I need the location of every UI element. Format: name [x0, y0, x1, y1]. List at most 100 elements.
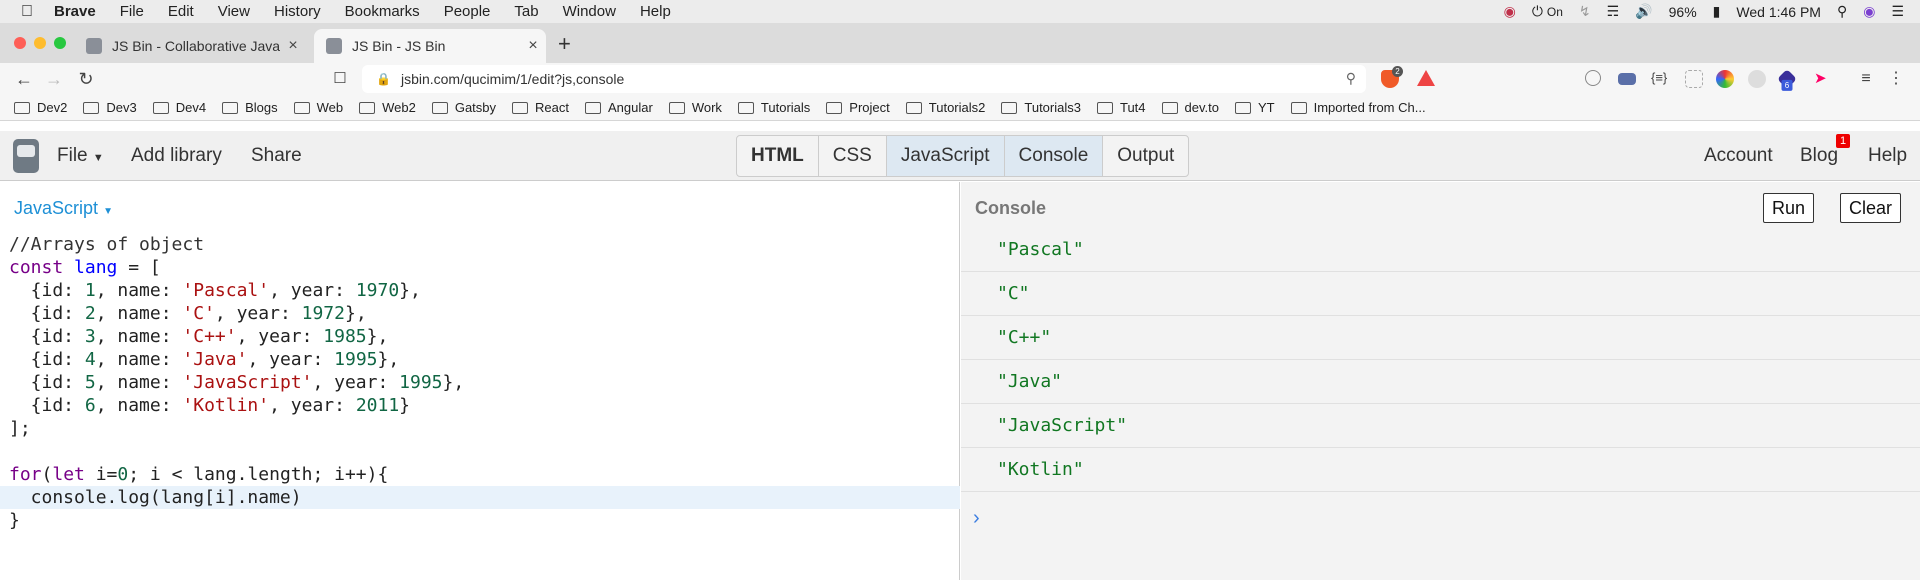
- close-window-button[interactable]: [14, 37, 26, 49]
- clock[interactable]: Wed 1:46 PM: [1736, 4, 1821, 20]
- more-menu-icon[interactable]: ⋮: [1884, 67, 1908, 91]
- bookmark-folder[interactable]: Web2: [359, 100, 416, 115]
- new-tab-icon[interactable]: +: [558, 31, 571, 57]
- brave-shields-icon[interactable]: 2: [1381, 66, 1403, 88]
- menu-people[interactable]: People: [444, 3, 491, 20]
- battery-icon[interactable]: ▮: [1713, 3, 1721, 20]
- bookmark-folder[interactable]: Blogs: [222, 100, 278, 115]
- spotlight-search-icon[interactable]: ⚲: [1837, 3, 1847, 20]
- bookmark-folder[interactable]: Tutorials3: [1001, 100, 1081, 115]
- extension-icon[interactable]: {≡}: [1651, 70, 1669, 88]
- jsbin-logo-icon[interactable]: [13, 139, 39, 173]
- menu-tab[interactable]: Tab: [514, 3, 538, 20]
- bookmark-folder[interactable]: Imported from Ch...: [1290, 100, 1426, 115]
- extension-icon[interactable]: ➤: [1814, 70, 1832, 88]
- reading-list-icon[interactable]: ≡: [1854, 67, 1878, 91]
- editor-language-selector[interactable]: JavaScript ▼: [14, 198, 113, 219]
- clear-button[interactable]: Clear: [1840, 193, 1902, 223]
- folder-icon: [905, 101, 922, 114]
- minimize-window-button[interactable]: [34, 37, 46, 49]
- vpn-icon[interactable]: ⏻ On: [1532, 3, 1563, 20]
- menu-app-name[interactable]: Brave: [54, 3, 96, 20]
- extension-icon[interactable]: [1685, 70, 1703, 88]
- add-library-button[interactable]: Add library: [131, 145, 222, 167]
- tab-console[interactable]: Console: [1004, 136, 1104, 176]
- bookmark-page-icon[interactable]: ☐: [328, 67, 352, 91]
- menu-history[interactable]: History: [274, 3, 321, 20]
- extension-icon[interactable]: [1748, 70, 1766, 88]
- code-line[interactable]: for(let i=0; i < lang.length; i++){: [0, 463, 960, 486]
- bookmark-folder[interactable]: Work: [668, 100, 722, 115]
- bookmark-folder[interactable]: Tut4: [1096, 100, 1146, 115]
- browser-tab-active[interactable]: JS Bin - JS Bin ×: [314, 29, 546, 63]
- bookmark-folder[interactable]: dev.to: [1161, 100, 1219, 115]
- menu-edit[interactable]: Edit: [168, 3, 194, 20]
- code-line[interactable]: [0, 440, 960, 463]
- bookmark-folder[interactable]: Tutorials2: [905, 100, 985, 115]
- address-bar[interactable]: 🔒 jsbin.com/qucimim/1/edit?js,console ⚲: [362, 65, 1366, 93]
- menu-bookmarks[interactable]: Bookmarks: [345, 3, 420, 20]
- bookmark-folder[interactable]: Tutorials: [737, 100, 810, 115]
- bookmark-folder[interactable]: Angular: [585, 100, 653, 115]
- code-line[interactable]: console.log(lang[i].name): [0, 486, 960, 509]
- extension-icon[interactable]: [1716, 70, 1734, 88]
- menu-view[interactable]: View: [218, 3, 250, 20]
- tab-output[interactable]: Output: [1103, 136, 1188, 176]
- code-line[interactable]: //Arrays of object: [0, 233, 960, 256]
- zoom-icon[interactable]: ⚲: [1346, 70, 1356, 87]
- tab-close-icon[interactable]: ×: [280, 37, 306, 55]
- code-line[interactable]: {id: 5, name: 'JavaScript', year: 1995},: [0, 371, 960, 394]
- forward-icon[interactable]: →: [42, 67, 66, 91]
- extension-icon[interactable]: [1585, 70, 1601, 86]
- apple-menu-icon[interactable]: : [0, 3, 54, 21]
- bookmark-label: YT: [1257, 100, 1275, 115]
- console-prompt-icon[interactable]: ›: [973, 507, 980, 530]
- code-line[interactable]: const lang = [: [0, 256, 960, 279]
- code-line[interactable]: {id: 3, name: 'C++', year: 1985},: [0, 325, 960, 348]
- volume-icon[interactable]: 🔊: [1635, 3, 1652, 20]
- code-editor[interactable]: //Arrays of object const lang = [ {id: 1,…: [0, 233, 960, 532]
- back-icon[interactable]: ←: [12, 67, 36, 91]
- extension-icon[interactable]: [1618, 73, 1636, 85]
- zoom-window-button[interactable]: [54, 37, 66, 49]
- code-line[interactable]: {id: 6, name: 'Kotlin', year: 2011}: [0, 394, 960, 417]
- account-link[interactable]: Account: [1704, 145, 1773, 167]
- run-button[interactable]: Run: [1763, 193, 1815, 223]
- bookmark-folder[interactable]: YT: [1234, 100, 1275, 115]
- lock-icon: 🔒: [376, 72, 391, 86]
- blog-link[interactable]: Blog: [1800, 145, 1838, 167]
- tab-html[interactable]: HTML: [737, 136, 819, 176]
- menu-window[interactable]: Window: [563, 3, 616, 20]
- bookmark-folder[interactable]: Dev4: [152, 100, 206, 115]
- menu-help[interactable]: Help: [640, 3, 671, 20]
- code-line[interactable]: {id: 2, name: 'C', year: 1972},: [0, 302, 960, 325]
- wifi-icon[interactable]: ☴: [1607, 3, 1620, 20]
- bookmark-folder[interactable]: Dev3: [83, 100, 137, 115]
- code-token-plain: {id:: [9, 349, 85, 370]
- menu-file[interactable]: File: [120, 3, 144, 20]
- share-button[interactable]: Share: [251, 145, 302, 167]
- tab-close-icon[interactable]: ×: [520, 37, 546, 55]
- code-line[interactable]: ];: [0, 417, 960, 440]
- siri-icon[interactable]: ◉: [1863, 3, 1875, 20]
- help-link[interactable]: Help: [1868, 145, 1907, 167]
- file-menu-button[interactable]: File ▼: [57, 145, 104, 167]
- bookmark-folder[interactable]: Web: [293, 100, 343, 115]
- bluetooth-icon[interactable]: ↯: [1579, 3, 1591, 20]
- reload-icon[interactable]: ↻: [74, 67, 98, 91]
- bookmark-folder[interactable]: Gatsby: [431, 100, 496, 115]
- battery-percent[interactable]: 96%: [1669, 4, 1697, 20]
- bookmark-folder[interactable]: Project: [826, 100, 890, 115]
- brave-rewards-icon[interactable]: [1417, 70, 1435, 86]
- extension-icon[interactable]: 6: [1777, 69, 1797, 91]
- tab-javascript[interactable]: JavaScript: [886, 136, 1005, 176]
- code-line[interactable]: {id: 4, name: 'Java', year: 1995},: [0, 348, 960, 371]
- code-line[interactable]: }: [0, 509, 960, 532]
- bookmark-folder[interactable]: React: [512, 100, 569, 115]
- browser-tab[interactable]: JS Bin - Collaborative JavaScript Debugg…: [74, 29, 306, 63]
- screen-record-icon[interactable]: ◉: [1504, 3, 1516, 20]
- control-center-icon[interactable]: ☰: [1891, 3, 1904, 20]
- bookmark-folder[interactable]: Dev2: [14, 100, 67, 115]
- code-line[interactable]: {id: 1, name: 'Pascal', year: 1970},: [0, 279, 960, 302]
- tab-css[interactable]: CSS: [819, 136, 887, 176]
